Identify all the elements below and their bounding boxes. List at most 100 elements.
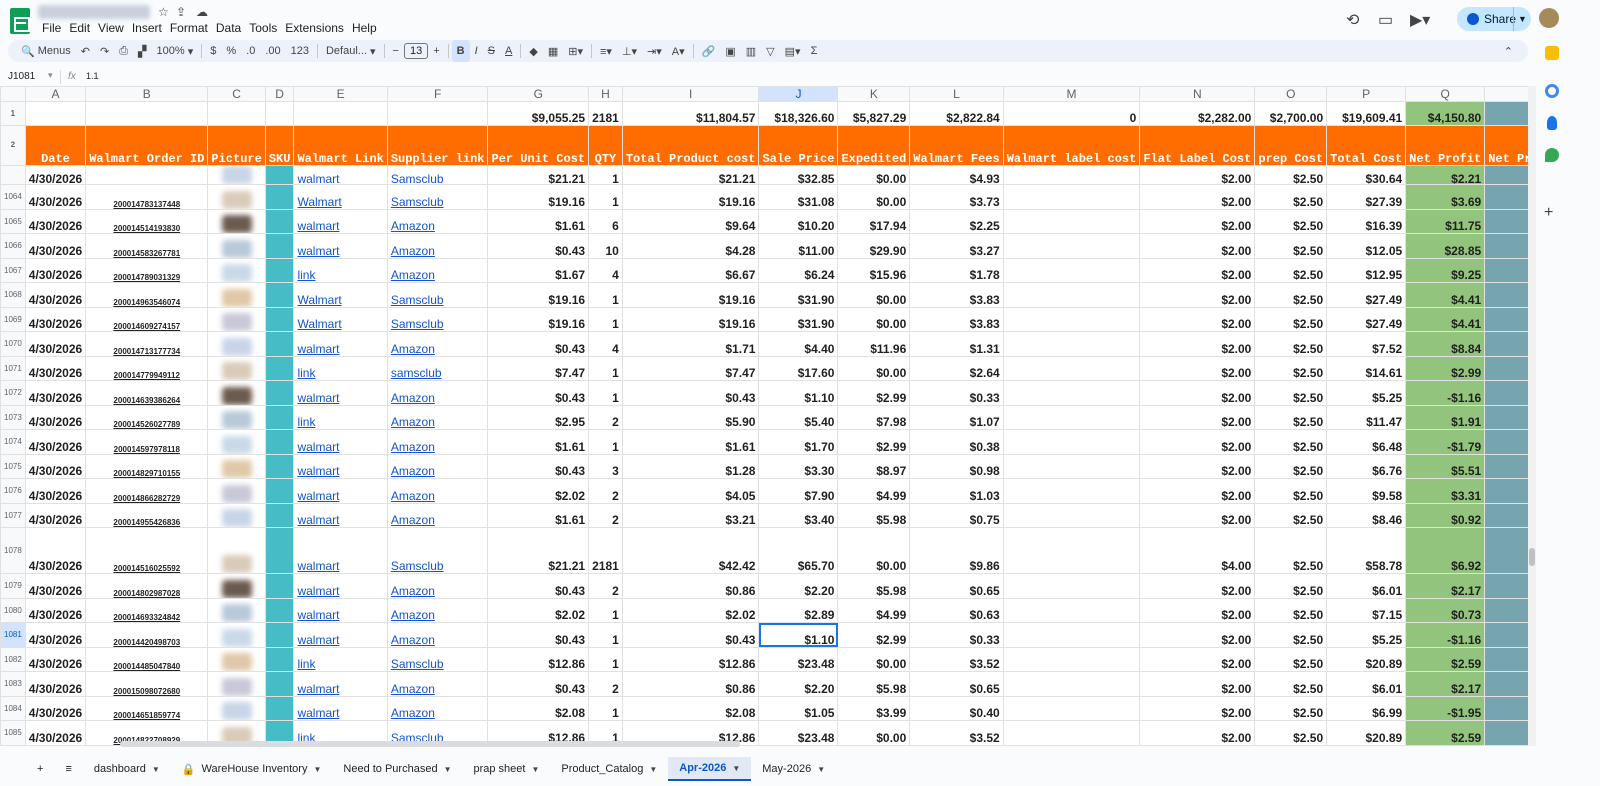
value-cell[interactable]: $0.00 [837, 720, 911, 746]
currency-format-button[interactable]: $ [205, 40, 221, 62]
totals-cell[interactable] [24, 101, 87, 126]
value-cell[interactable]: $0.98 [909, 453, 1004, 479]
value-cell[interactable]: $27.39 [1326, 184, 1407, 210]
value-cell[interactable]: $2.50 [1254, 646, 1328, 672]
order-id-cell[interactable]: 200014609274157 [85, 306, 209, 332]
order-id-cell[interactable]: 200014963546074 [85, 282, 209, 308]
value-cell[interactable]: $2.00 [1139, 720, 1256, 746]
value-cell[interactable]: $2.00 [1139, 184, 1256, 210]
picture-cell[interactable] [207, 573, 266, 599]
picture-cell[interactable] [207, 208, 266, 234]
value-cell[interactable]: $3.21 [621, 502, 760, 528]
value-cell[interactable]: $19.16 [487, 282, 590, 308]
supplier-link[interactable]: Amazon [386, 453, 489, 479]
picture-cell[interactable] [207, 282, 266, 308]
date[interactable]: 4/30/2026 [24, 380, 87, 406]
net-profit-margin-cell[interactable]: 10.53% [1484, 527, 1528, 574]
value-cell[interactable]: $16.39 [1326, 208, 1407, 234]
share-dropdown-icon[interactable]: ▼ [1513, 7, 1531, 31]
value-cell[interactable]: $2.50 [1254, 695, 1328, 721]
order-id-cell[interactable]: 200014779949112 [85, 355, 209, 381]
value-cell[interactable]: $19.16 [621, 306, 760, 332]
value-cell[interactable]: $20.89 [1326, 646, 1407, 672]
value-cell[interactable]: $2.20 [758, 671, 839, 697]
value-cell[interactable]: $2.00 [1139, 165, 1256, 185]
order-id-cell[interactable]: 200014789031329 [85, 257, 209, 283]
value-cell[interactable]: $0.33 [909, 622, 1004, 648]
value-cell[interactable]: $17.94 [837, 208, 911, 234]
value-cell[interactable]: $6.01 [1326, 573, 1407, 599]
value-cell[interactable]: $27.49 [1326, 306, 1407, 332]
picture-cell[interactable] [207, 597, 266, 623]
net-profit-cell[interactable]: $2.21 [1405, 165, 1486, 185]
menu-help[interactable]: Help [348, 21, 381, 35]
order-id-cell[interactable] [85, 165, 209, 185]
value-cell[interactable]: $11.00 [758, 233, 839, 259]
column-header[interactable]: Q [1405, 86, 1486, 102]
value-cell[interactable]: $2.50 [1254, 622, 1328, 648]
date[interactable]: 4/30/2026 [24, 573, 87, 599]
filter-icon[interactable]: ▽ [761, 40, 779, 62]
sku-cell[interactable] [264, 331, 295, 357]
net-profit-margin-cell[interactable]: 44.87% [1484, 453, 1528, 479]
order-id-cell[interactable]: 200014866282729 [85, 478, 209, 504]
column-title[interactable]: Walmart Link [293, 125, 388, 166]
value-cell[interactable]: $20.89 [1326, 720, 1407, 746]
value-cell[interactable]: $5.98 [837, 573, 911, 599]
picture-cell[interactable] [207, 306, 266, 332]
row-number[interactable]: 1076 [0, 478, 26, 504]
net-profit-margin-cell[interactable]: 25.68% [1484, 478, 1528, 504]
fill-color-icon[interactable]: ◆ [524, 40, 542, 62]
date[interactable]: 4/30/2026 [24, 233, 87, 259]
value-cell[interactable]: $2.00 [1139, 744, 1256, 746]
column-header[interactable]: R [1484, 86, 1528, 102]
value-cell[interactable]: $3.52 [909, 720, 1004, 746]
supplier-link[interactable]: Amazon [386, 478, 489, 504]
value-cell[interactable]: $2.00 [1139, 695, 1256, 721]
order-id-cell[interactable]: 200015098072680 [85, 671, 209, 697]
value-cell[interactable]: 1 [588, 429, 623, 455]
value-cell[interactable]: $1.78 [909, 257, 1004, 283]
value-cell[interactable]: 4 [588, 257, 623, 283]
date[interactable]: 4/30/2026 [24, 331, 87, 357]
row-number[interactable]: 1072 [0, 380, 26, 406]
star-icon[interactable]: ☆ [158, 5, 169, 19]
net-profit-margin-cell[interactable]: 13.83% [1484, 306, 1528, 332]
column-header[interactable]: A [24, 86, 87, 102]
value-cell[interactable]: $6.67 [621, 257, 760, 283]
order-id-cell[interactable]: 200014583267781 [85, 233, 209, 259]
column-title[interactable]: Picture [207, 125, 266, 166]
value-cell[interactable]: $9.64 [621, 208, 760, 234]
value-cell[interactable] [1002, 478, 1141, 504]
sku-cell[interactable] [264, 306, 295, 332]
row-number[interactable]: 1082 [0, 646, 26, 672]
net-profit-cell[interactable]: $4.41 [1405, 282, 1486, 308]
value-cell[interactable]: $2.50 [1254, 306, 1328, 332]
tab-dashboard[interactable]: dashboard ▼ [83, 757, 171, 781]
net-profit-margin-cell[interactable]: -28.48% [1484, 380, 1528, 406]
walmart-link[interactable]: walmart [293, 622, 388, 648]
tab-apr-2026[interactable]: Apr-2026 ▼ [668, 757, 752, 781]
value-cell[interactable] [1002, 646, 1141, 672]
date[interactable]: 4/30/2026 [24, 257, 87, 283]
totals-cell[interactable] [293, 101, 388, 126]
tasks-icon[interactable] [1545, 84, 1559, 98]
totals-cell[interactable] [207, 101, 266, 126]
value-cell[interactable]: $2.50 [1254, 502, 1328, 528]
tab-product-catalog[interactable]: Product_Catalog ▼ [550, 757, 668, 781]
net-profit-margin-cell[interactable]: 26.53% [1484, 744, 1528, 746]
column-header[interactable]: F [386, 86, 489, 102]
column-title[interactable]: Supplier link [386, 125, 489, 166]
strikethrough-button[interactable]: S [483, 40, 500, 62]
horizontal-scrollbar[interactable] [120, 741, 740, 747]
walmart-link[interactable]: walmart [293, 573, 388, 599]
value-cell[interactable]: $9.86 [909, 527, 1004, 574]
value-cell[interactable]: $2.00 [1139, 646, 1256, 672]
value-cell[interactable]: $0.86 [621, 573, 760, 599]
sku-cell[interactable] [264, 573, 295, 599]
walmart-link[interactable]: walmart [293, 208, 388, 234]
value-cell[interactable]: $65.70 [758, 527, 839, 574]
value-cell[interactable]: $3.27 [909, 233, 1004, 259]
value-cell[interactable]: 2 [588, 573, 623, 599]
value-cell[interactable]: $7.90 [758, 478, 839, 504]
